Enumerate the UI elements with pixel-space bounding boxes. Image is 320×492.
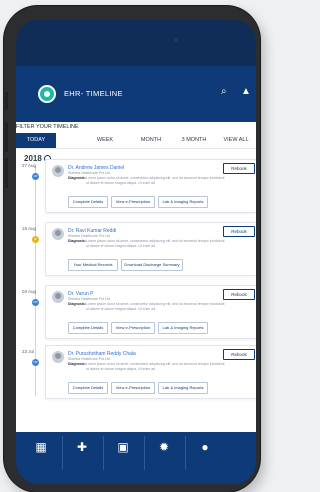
tab-3-month[interactable]: 3 MONTH	[174, 133, 214, 148]
tab-month[interactable]: MONTH	[131, 133, 171, 148]
hospital-name: Sheeba Healthcare Pvt Ltd	[68, 234, 110, 238]
search-icon[interactable]: ⌕	[221, 87, 227, 97]
timeline-filter-tabs: TODAY WEEK MONTH 3 MONTH VIEW ALL	[16, 133, 256, 149]
phone-volume-down	[5, 158, 8, 188]
download-discharge-summary-button[interactable]: Download Discharge Summary	[121, 259, 183, 271]
lab-imaging-reports-button[interactable]: Lab & Imaging Reports	[158, 322, 208, 334]
doctor-avatar	[52, 165, 64, 177]
app-window: EHR- TIMELINE ⌕ ▲ FILTER YOUR TIMELINE T…	[16, 66, 256, 432]
bottom-navigation: ▦ ✚ ▣ ✹ ●	[16, 432, 256, 484]
diagnosis-text: Lorem ipsum dolor sit amet, consectetur …	[86, 302, 225, 311]
entry-date: 18 Aug	[22, 226, 37, 231]
view-prescription-button[interactable]: View e-Prescription	[111, 322, 155, 334]
phone-screen: EHR- TIMELINE ⌕ ▲ FILTER YOUR TIMELINE T…	[16, 20, 256, 484]
timeline-entry: 18 Aug IP Dr. Ravi Kumar Reddi Sheeba He…	[16, 222, 256, 278]
rebook-button[interactable]: Rebook	[223, 289, 255, 300]
settings-icon[interactable]: ✹	[145, 432, 183, 472]
app-title: EHR- TIMELINE	[64, 89, 123, 98]
diagnosis-label: Diagnosis:	[68, 362, 86, 366]
hospital-name: Sheeba Healthcare Pvt Ltd	[68, 171, 110, 175]
rebook-button[interactable]: Rebook	[223, 163, 255, 174]
hospital-name: Sheeba Healthcare Pvt Ltd	[68, 357, 110, 361]
entry-dot-icon: OP	[32, 299, 39, 306]
profile-icon[interactable]: ●	[186, 432, 224, 472]
view-prescription-button[interactable]: View e-Prescription	[111, 382, 155, 394]
filter-label: FILTER YOUR TIMELINE	[16, 124, 79, 130]
tab-today[interactable]: TODAY	[16, 133, 56, 148]
doctor-avatar	[52, 228, 64, 240]
phone-volume-up	[5, 122, 8, 152]
app-logo	[38, 85, 56, 103]
visit-card: Dr. Purushotham Reddy Chala Sheeba Healt…	[45, 345, 256, 399]
diagnosis-text: Lorem ipsum dolor sit amet, consectetur …	[86, 176, 225, 185]
dashboard-icon[interactable]: ▦	[22, 432, 60, 472]
calendar-icon[interactable]: ▣	[104, 432, 142, 472]
entry-date: 03 Aug	[22, 289, 37, 294]
diagnosis-label: Diagnosis:	[68, 302, 86, 306]
diagnosis-label: Diagnosis:	[68, 239, 86, 243]
diagnosis-text: Lorem ipsum dolor sit amet, consectetur …	[86, 362, 225, 371]
diagnosis-text: Lorem ipsum dolor sit amet, consectetur …	[86, 239, 225, 248]
app-header: EHR- TIMELINE ⌕ ▲	[16, 66, 256, 122]
doctor-avatar	[52, 291, 64, 303]
rebook-button[interactable]: Rebook	[223, 349, 255, 360]
visit-card: Dr. Andrew James Daniel Sheeba Healthcar…	[45, 159, 256, 213]
timeline-entry: 23 Jul OP Dr. Purushotham Reddy Chala Sh…	[16, 345, 256, 401]
phone-mute-switch	[5, 92, 8, 110]
complete-details-button[interactable]: Complete Details	[68, 322, 108, 334]
medical-records-button[interactable]: Your Medical Records	[68, 259, 118, 271]
entry-dot-icon: OP	[32, 359, 39, 366]
lab-imaging-reports-button[interactable]: Lab & Imaging Reports	[158, 382, 208, 394]
timeline-entry: 27 Aug OP Dr. Andrew James Daniel Sheeba…	[16, 159, 256, 215]
complete-details-button[interactable]: Complete Details	[68, 382, 108, 394]
view-prescription-button[interactable]: View e-Prescription	[111, 196, 155, 208]
tab-week[interactable]: WEEK	[88, 133, 122, 148]
visit-card: Dr. Varun P Sheeba Healthcare Pvt Ltd Di…	[45, 285, 256, 339]
hospital-name: Sheeba Healthcare Pvt Ltd	[68, 297, 110, 301]
lab-imaging-reports-button[interactable]: Lab & Imaging Reports	[158, 196, 208, 208]
add-record-icon[interactable]: ✚	[63, 432, 101, 472]
notification-bell-icon[interactable]: ▲	[241, 87, 251, 97]
entry-dot-icon: OP	[32, 173, 39, 180]
complete-details-button[interactable]: Complete Details	[68, 196, 108, 208]
timeline-entry: 03 Aug OP Dr. Varun P Sheeba Healthcare …	[16, 285, 256, 341]
entry-date: 23 Jul	[22, 349, 35, 354]
tab-view-all[interactable]: VIEW ALL	[216, 133, 256, 148]
doctor-avatar	[52, 351, 64, 363]
diagnosis-label: Diagnosis:	[68, 176, 86, 180]
entry-date: 27 Aug	[22, 163, 37, 168]
entry-dot-icon: IP	[32, 236, 39, 243]
front-camera	[174, 38, 178, 42]
phone-frame: EHR- TIMELINE ⌕ ▲ FILTER YOUR TIMELINE T…	[4, 6, 260, 492]
rebook-button[interactable]: Rebook	[223, 226, 255, 237]
visit-card: Dr. Ravi Kumar Reddi Sheeba Healthcare P…	[45, 222, 256, 276]
